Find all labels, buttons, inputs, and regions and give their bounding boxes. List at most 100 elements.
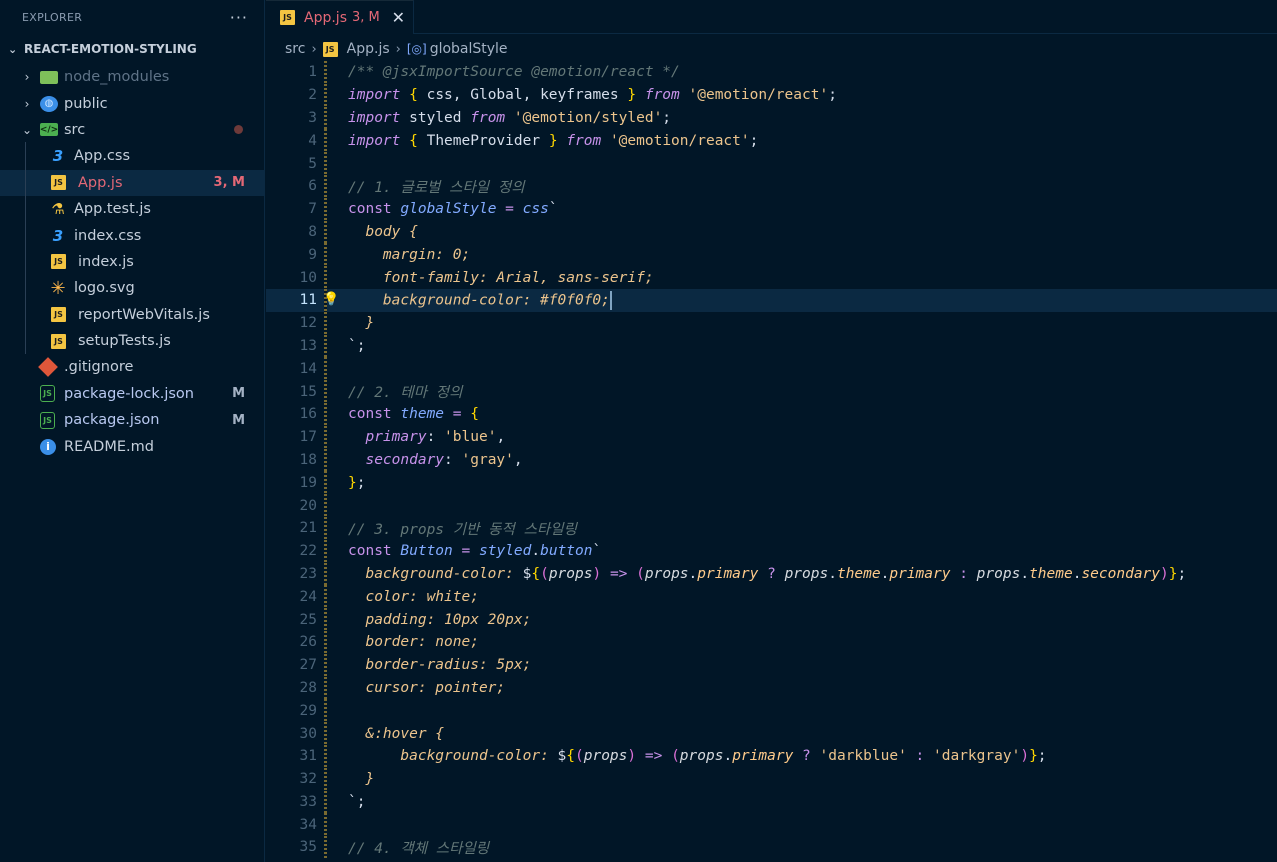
code-line[interactable]: 17 primary: 'blue', — [266, 425, 1277, 449]
tree-item[interactable]: i README.md — [0, 433, 264, 459]
code-token: => — [644, 748, 663, 765]
code-line[interactable]: 34 — [266, 813, 1277, 837]
chevron-down-icon: ⌄ — [21, 122, 33, 137]
tree-item[interactable]: 3 index.css — [0, 222, 264, 248]
code-line[interactable]: 2 import { css, Global, keyframes } from … — [266, 83, 1277, 107]
code-token: { — [409, 132, 418, 149]
tab-app-js[interactable]: JS App.js 3, M ✕ — [266, 0, 414, 34]
code-editor[interactable]: 1 /** @jsxImportSource @emotion/react */ 2… — [266, 61, 1277, 862]
tree-item[interactable]: › ◍ public — [0, 90, 264, 116]
code-text: import { css, Global, keyframes } from '… — [348, 87, 837, 103]
tree-item[interactable]: JS App.js 3, M — [0, 169, 264, 196]
tree-item-label: package.json — [64, 412, 160, 429]
code-text: &:hover { — [348, 726, 444, 742]
code-token: // 1. 글로벌 스타일 정의 — [348, 179, 525, 196]
tree-item[interactable]: JS index.js — [0, 249, 264, 275]
code-line[interactable]: 12 } — [266, 311, 1277, 335]
tree-item-label: .gitignore — [64, 359, 134, 376]
code-line[interactable]: 31 background-color: ${(props) => (props… — [266, 744, 1277, 768]
line-number: 10 — [299, 269, 317, 286]
code-text: } — [348, 771, 374, 787]
line-number: 34 — [299, 816, 317, 833]
code-line[interactable]: 11 background-color: #f0f0f0; 💡 — [266, 288, 1277, 312]
gutter — [317, 152, 348, 175]
code-token: // 2. 테마 정의 — [348, 385, 463, 402]
code-line[interactable]: 35 // 4. 객체 스타일링 — [266, 836, 1277, 859]
tree-item[interactable]: ⚗ App.test.js — [0, 196, 264, 222]
status-badge: M — [232, 412, 245, 428]
code-text: // 2. 테마 정의 — [348, 381, 462, 402]
code-line[interactable]: 4 import { ThemeProvider } from '@emotion… — [266, 129, 1277, 153]
lightbulb-icon[interactable]: 💡 — [323, 292, 339, 308]
code-line[interactable]: 29 — [266, 699, 1277, 723]
tree-item[interactable]: ⌄ </> src — [0, 117, 264, 143]
code-line[interactable]: 16 const theme = { — [266, 402, 1277, 426]
breadcrumb: src › JS App.js › [◎] globalStyle — [266, 34, 1277, 64]
tree-item[interactable]: ✳ logo.svg — [0, 275, 264, 301]
code-text: body { — [348, 224, 417, 240]
breadcrumb-file[interactable]: App.js — [347, 41, 390, 57]
code-line[interactable]: 8 body { — [266, 220, 1277, 244]
code-token: props — [784, 565, 829, 582]
code-line[interactable]: 14 — [266, 357, 1277, 381]
code-line[interactable]: 7 const globalStyle = css` — [266, 197, 1277, 221]
code-line[interactable]: 22 const Button = styled.button` — [266, 539, 1277, 563]
code-token: ( — [575, 748, 584, 765]
code-line[interactable]: 20 — [266, 494, 1277, 517]
gutter — [317, 220, 348, 244]
tree-item[interactable]: JS reportWebVitals.js — [0, 302, 264, 328]
line-number: 4 — [308, 132, 317, 149]
code-token: . — [828, 565, 837, 582]
breadcrumb-symbol[interactable]: [◎] globalStyle — [407, 41, 508, 57]
code-token: '@emotion/styled' — [513, 109, 663, 126]
code-line[interactable]: 23 background-color: ${(props) => (props… — [266, 562, 1277, 586]
code-line[interactable]: 18 secondary: 'gray', — [266, 448, 1277, 472]
tree-item[interactable]: 3 App.css — [0, 143, 264, 169]
code-line[interactable]: 5 — [266, 152, 1277, 175]
code-line[interactable]: 21 // 3. props 기반 동적 스타일링 — [266, 516, 1277, 540]
code-line[interactable]: 19}; — [266, 471, 1277, 495]
code-token: button — [540, 543, 593, 560]
code-line[interactable]: 6 // 1. 글로벌 스타일 정의 — [266, 174, 1277, 198]
breadcrumb-folder[interactable]: src — [285, 41, 305, 57]
line-number: 1 — [308, 64, 317, 81]
tree-item[interactable]: JS setupTests.js — [0, 328, 264, 354]
code-line[interactable]: 30 &:hover { — [266, 722, 1277, 745]
project-root[interactable]: ⌄ REACT-EMOTION-STYLING — [0, 34, 264, 64]
code-line[interactable]: 33 `; — [266, 790, 1277, 814]
modified-gutter-bar — [324, 334, 327, 358]
chevron-right-icon: › — [311, 41, 317, 57]
more-actions-icon[interactable]: ··· — [230, 8, 248, 27]
code-text: margin: 0; — [348, 247, 470, 263]
tree-item-label: App.js — [78, 174, 123, 191]
code-token: secondary — [365, 451, 445, 468]
code-line[interactable]: 15 // 2. 테마 정의 — [266, 380, 1277, 403]
code-line[interactable]: 24 color: white; — [266, 585, 1277, 609]
code-token: } — [365, 771, 375, 788]
code-line[interactable]: 27 border-radius: 5px; — [266, 653, 1277, 677]
code-line[interactable]: 1 /** @jsxImportSource @emotion/react */ — [266, 61, 1277, 84]
tree-item[interactable]: .gitignore — [0, 354, 264, 380]
code-line[interactable]: 26 border: none; — [266, 630, 1277, 654]
code-line[interactable]: 9 margin: 0; — [266, 243, 1277, 267]
code-token: // 4. 객체 스타일링 — [348, 840, 490, 857]
tree-item[interactable]: JS package.json M — [0, 407, 264, 433]
code-line[interactable]: 28 cursor: pointer; — [266, 676, 1277, 700]
gutter — [317, 676, 348, 700]
tree-item[interactable]: JS package-lock.json M — [0, 381, 264, 407]
code-line[interactable]: 32 } — [266, 767, 1277, 791]
close-icon[interactable]: ✕ — [392, 8, 405, 27]
code-token: } — [1168, 565, 1178, 582]
tree-item[interactable]: › node_modules — [0, 64, 264, 90]
code-line[interactable]: 25 padding: 10px 20px; — [266, 608, 1277, 631]
gutter — [317, 448, 348, 472]
code-line[interactable]: 3 import styled from '@emotion/styled'; — [266, 106, 1277, 130]
code-line[interactable]: 10 font-family: Arial, sans-serif; — [266, 266, 1277, 289]
code-line[interactable]: 13 `; — [266, 334, 1277, 358]
